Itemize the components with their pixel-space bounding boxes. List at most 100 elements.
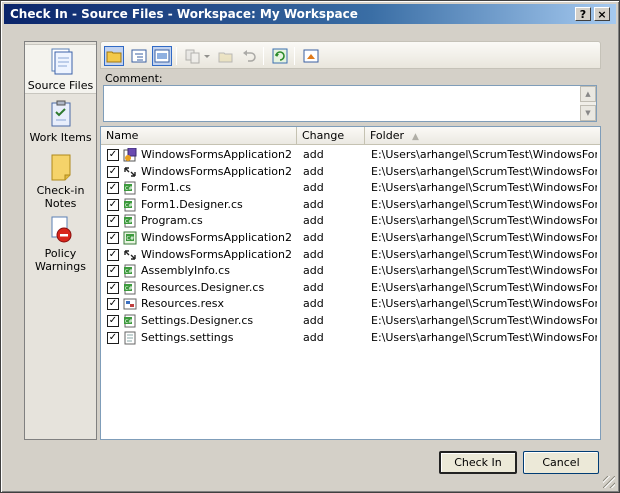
table-row[interactable]: ✓ Settings.settings add E:\Users\arhangel\S… bbox=[101, 330, 600, 347]
row-folder: E:\Users\arhangel\ScrumTest\WindowsForm.… bbox=[371, 330, 597, 344]
work-items-icon bbox=[51, 100, 70, 127]
cancel-button[interactable]: Cancel bbox=[523, 451, 599, 474]
row-checkbox[interactable]: ✓ bbox=[107, 331, 119, 344]
title-bar[interactable]: Check In - Source Files - Workspace: My … bbox=[4, 4, 616, 24]
scroll-down-icon[interactable]: ▼ bbox=[580, 105, 596, 121]
cs-file-icon: C# bbox=[124, 264, 136, 278]
toolbar-separator bbox=[176, 47, 177, 65]
sidebar-item-work-items[interactable]: Work Items bbox=[25, 97, 96, 147]
sidebar-item-policy-warnings[interactable]: Policy Warnings bbox=[25, 213, 96, 275]
table-row[interactable]: ✓ WindowsFormsApplication2.sln add E:\Users… bbox=[101, 147, 600, 164]
row-folder: E:\Users\arhangel\ScrumTest\WindowsForm.… bbox=[371, 297, 597, 311]
row-checkbox[interactable]: ✓ bbox=[107, 298, 119, 311]
sidebar-item-source-files[interactable]: Source Files bbox=[25, 44, 96, 94]
cs-file-icon: C# bbox=[124, 214, 136, 228]
table-row[interactable]: ✓ C# Form1.Designer.cs add E:\Users\arhangel… bbox=[101, 197, 600, 214]
source-files-list[interactable]: Name Change Folder ▲ ✓ WindowsFormsApplica… bbox=[100, 126, 601, 440]
sidebar-item-checkin-notes[interactable]: Check-in Notes bbox=[25, 150, 96, 210]
window-title: Check In - Source Files - Workspace: My … bbox=[10, 7, 358, 21]
flat-view-button[interactable] bbox=[104, 46, 124, 66]
tree-view-icon bbox=[131, 49, 147, 63]
cs-file-icon: C# bbox=[124, 281, 136, 295]
sidebar-item-label: Source Files bbox=[27, 79, 94, 92]
row-folder: E:\Users\arhangel\ScrumTest\WindowsForm.… bbox=[371, 214, 597, 228]
row-name: Settings.settings bbox=[141, 330, 234, 344]
comment-input[interactable] bbox=[105, 87, 580, 120]
row-checkbox[interactable]: ✓ bbox=[107, 232, 119, 244]
compare-dropdown-button[interactable] bbox=[202, 46, 212, 66]
row-folder: E:\Users\arhangel\ScrumTest\WindowsForm.… bbox=[371, 314, 597, 327]
column-header-folder[interactable]: Folder ▲ bbox=[365, 127, 600, 145]
checkin-notes-icon bbox=[51, 154, 70, 181]
row-name: Resources.resx bbox=[141, 297, 224, 311]
sidebar: Source Files Work Items Check-in Notes P… bbox=[24, 41, 97, 440]
shelve-icon bbox=[303, 49, 319, 63]
comment-scrollbar[interactable]: ▲ ▼ bbox=[580, 86, 596, 121]
column-header-label: Change bbox=[302, 129, 345, 142]
table-row[interactable]: ✓ C# WindowsFormsApplication2.cs... add E:\U… bbox=[101, 230, 600, 247]
column-header-label: Folder bbox=[370, 129, 404, 142]
flat-view-icon bbox=[106, 51, 122, 63]
row-change: add bbox=[303, 231, 324, 244]
row-folder: E:\Users\arhangel\ScrumTest\WindowsForm.… bbox=[371, 231, 597, 244]
table-row[interactable]: ✓ C# AssemblyInfo.cs add E:\Users\arhangel\S… bbox=[101, 263, 600, 280]
column-header-change[interactable]: Change bbox=[297, 127, 365, 145]
undo-button[interactable] bbox=[239, 46, 259, 66]
row-change: add bbox=[303, 148, 324, 161]
check-in-button[interactable]: Check In bbox=[439, 451, 517, 474]
row-checkbox[interactable]: ✓ bbox=[107, 315, 119, 327]
row-checkbox[interactable]: ✓ bbox=[107, 215, 119, 228]
column-header-name[interactable]: Name bbox=[101, 127, 297, 145]
cs-file-icon: C# bbox=[124, 181, 136, 195]
row-checkbox[interactable]: ✓ bbox=[107, 265, 119, 278]
row-checkbox[interactable]: ✓ bbox=[107, 198, 119, 211]
table-row[interactable]: ✓ WindowsFormsApplication2.cs... add E:\Use… bbox=[101, 247, 600, 264]
sidebar-item-label: Check-in Notes bbox=[36, 184, 85, 210]
row-checkbox[interactable]: ✓ bbox=[107, 248, 119, 261]
table-row[interactable]: ✓ WindowsFormsApplication2.vs... add E:\Use… bbox=[101, 164, 600, 181]
row-folder: E:\Users\arhangel\ScrumTest\WindowsForm.… bbox=[371, 247, 597, 261]
row-change: add bbox=[303, 330, 324, 344]
row-name: WindowsFormsApplication2.cs... bbox=[141, 247, 293, 261]
settings-file-icon bbox=[124, 331, 136, 345]
row-name: WindowsFormsApplication2.vs... bbox=[141, 164, 293, 178]
cs-file-icon: C# bbox=[124, 198, 136, 212]
refresh-icon bbox=[272, 48, 288, 64]
table-row[interactable]: ✓ C# Form1.cs add E:\Users\arhangel\ScrumTes… bbox=[101, 180, 600, 197]
row-change: add bbox=[303, 197, 324, 211]
list-header: Name Change Folder ▲ bbox=[101, 127, 600, 145]
tree-view-button[interactable] bbox=[129, 46, 149, 66]
close-button[interactable]: × bbox=[594, 7, 610, 21]
vspscc-file-icon bbox=[124, 249, 136, 260]
comment-field: ▲ ▼ bbox=[103, 85, 597, 122]
row-checkbox[interactable]: ✓ bbox=[107, 149, 119, 161]
svg-text:C#: C# bbox=[125, 286, 133, 292]
compare-button[interactable] bbox=[183, 46, 203, 66]
table-row[interactable]: ✓ C# Settings.Designer.cs add E:\Users\arhan… bbox=[101, 313, 600, 330]
row-folder: E:\Users\arhangel\ScrumTest\WindowsForm.… bbox=[371, 264, 597, 278]
row-checkbox[interactable]: ✓ bbox=[107, 182, 119, 195]
row-name: Program.cs bbox=[141, 214, 203, 228]
table-row[interactable]: ✓ C# Resources.Designer.cs add E:\Users\arha… bbox=[101, 280, 600, 297]
checkin-dialog: Check In - Source Files - Workspace: My … bbox=[0, 0, 620, 493]
details-view-button[interactable] bbox=[152, 46, 172, 66]
open-button[interactable] bbox=[216, 46, 236, 66]
row-folder: E:\Users\arhangel\ScrumTest\WindowsForm.… bbox=[371, 164, 597, 178]
svg-text:C#: C# bbox=[125, 219, 133, 225]
refresh-button[interactable] bbox=[270, 46, 290, 66]
row-name: AssemblyInfo.cs bbox=[141, 264, 230, 278]
help-button[interactable]: ? bbox=[575, 7, 591, 21]
table-row[interactable]: ✓ Resources.resx add E:\Users\arhangel\Scru… bbox=[101, 296, 600, 313]
scroll-up-icon[interactable]: ▲ bbox=[580, 86, 596, 102]
vssscc-file-icon bbox=[124, 166, 136, 177]
toolbar-separator bbox=[263, 47, 264, 65]
resize-grip-icon[interactable] bbox=[603, 476, 615, 488]
sidebar-item-label: Work Items bbox=[29, 131, 92, 144]
row-change: add bbox=[303, 181, 324, 195]
toolbar bbox=[100, 41, 601, 69]
table-row[interactable]: ✓ C# Program.cs add E:\Users\arhangel\ScrumT… bbox=[101, 213, 600, 230]
row-name: Form1.cs bbox=[141, 181, 191, 195]
shelve-button[interactable] bbox=[301, 46, 321, 66]
row-checkbox[interactable]: ✓ bbox=[107, 281, 119, 294]
row-checkbox[interactable]: ✓ bbox=[107, 165, 119, 178]
